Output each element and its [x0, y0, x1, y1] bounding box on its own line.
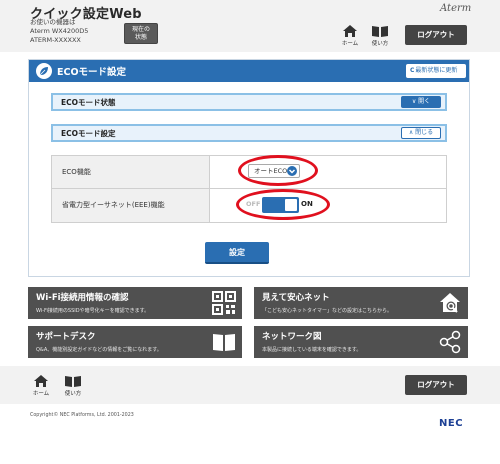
- refresh-icon: C: [410, 67, 415, 74]
- nec-logo: NEC: [439, 418, 464, 429]
- book-icon: [65, 376, 81, 387]
- status-btn-line-1: 現在の: [131, 26, 150, 33]
- eee-function-label: 省電力型イーサネット(EEE)機能: [52, 189, 210, 222]
- table-row-eco-function: ECO機能 オートECO: [52, 155, 446, 189]
- apply-button[interactable]: 設定: [205, 242, 269, 264]
- home-button[interactable]: ホーム: [339, 24, 361, 47]
- close-button[interactable]: ∧ 閉じる: [401, 127, 441, 139]
- home-label: ホーム: [341, 41, 359, 47]
- device-name: ATERM-XXXXXX: [30, 36, 81, 44]
- help-button[interactable]: 使い方: [369, 24, 391, 47]
- panel-title: ECOモード設定: [57, 67, 127, 78]
- home-icon: [34, 375, 48, 387]
- section-eco-status[interactable]: ECOモード状態 ∨ 開く: [51, 93, 447, 111]
- footer-help-label: 使い方: [64, 391, 82, 397]
- qr-code-icon: [212, 291, 236, 315]
- current-status-button[interactable]: 現在の 状態: [124, 23, 158, 44]
- device-line-1: お使いの機器は: [30, 18, 76, 26]
- panel-title-bar: ECOモード設定 C最新状態に更新: [29, 60, 469, 82]
- section-eco-status-title: ECOモード状態: [61, 98, 116, 107]
- tile-mieteanshin[interactable]: 見えて安心ネット 「こども安心ネットタイマー」などの設定はこちらから。: [254, 287, 468, 319]
- refresh-label: 最新状態に更新: [415, 67, 458, 74]
- tile-mieteanshin-title: 見えて安心ネット: [262, 293, 330, 303]
- header: クイック設定Web お使いの機器は Aterm WX4200D5 ATERM-X…: [0, 0, 500, 52]
- tile-wifi-info-title: Wi-Fi接続用情報の確認: [36, 293, 129, 303]
- book-icon: [372, 26, 388, 37]
- tile-wifi-info[interactable]: Wi-Fi接続用情報の確認 Wi-Fi接続用のSSIDや暗号化キーを確認できます…: [28, 287, 242, 319]
- aterm-brand-logo: Aterm: [440, 3, 472, 14]
- footer-home-label: ホーム: [32, 391, 50, 397]
- status-btn-line-2: 状態: [134, 34, 147, 41]
- chevron-up-icon: ∧: [408, 129, 414, 136]
- section-eco-settings[interactable]: ECOモード設定 ∧ 閉じる: [51, 124, 447, 142]
- tile-support-desk-title: サポートデスク: [36, 332, 96, 342]
- tile-network-map-title: ネットワーク図: [262, 332, 322, 342]
- tile-mieteanshin-desc: 「こども安心ネットタイマー」などの設定はこちらから。: [262, 308, 393, 314]
- house-search-icon: [440, 293, 460, 313]
- footer-home-button[interactable]: ホーム: [30, 374, 52, 397]
- table-row-eee-function: 省電力型イーサネット(EEE)機能 OFF ON: [52, 189, 446, 222]
- tile-support-desk-desc: Q&A、機能別設定ガイドなどの情報をご覧になれます。: [36, 347, 162, 353]
- eco-mode-panel: ECOモード設定 C最新状態に更新 ECOモード状態 ∨ 開く ECOモード設定…: [28, 59, 470, 277]
- logout-button[interactable]: ログアウト: [405, 25, 467, 45]
- network-icon: [439, 330, 461, 354]
- chevron-down-icon: ∨: [411, 98, 417, 105]
- copyright: Copyright© NEC Platforms, Ltd. 2001-2023: [30, 413, 134, 418]
- section-eco-settings-title: ECOモード設定: [61, 129, 116, 138]
- highlight-ring-eco-select: [238, 155, 318, 186]
- tile-network-map-desc: 本製品に接続している端末を確認できます。: [262, 347, 362, 353]
- device-info: お使いの機器は Aterm WX4200D5 ATERM-XXXXXX: [30, 18, 88, 45]
- settings-table: ECO機能 オートECO 省電力型イーサネット(EEE)機能 OFF ON: [51, 155, 447, 223]
- open-button[interactable]: ∨ 開く: [401, 96, 441, 108]
- help-label: 使い方: [371, 41, 389, 47]
- tile-support-desk[interactable]: サポートデスク Q&A、機能別設定ガイドなどの情報をご覧になれます。: [28, 326, 242, 358]
- refresh-button[interactable]: C最新状態に更新: [406, 64, 466, 78]
- leaf-icon: [36, 63, 52, 79]
- book-icon: [213, 334, 235, 351]
- open-button-label: 開く: [418, 98, 431, 105]
- close-button-label: 閉じる: [415, 129, 434, 136]
- device-model: Aterm WX4200D5: [30, 27, 89, 35]
- footer-bar: ホーム 使い方 ログアウト: [0, 366, 500, 404]
- home-icon: [343, 25, 357, 37]
- tile-network-map[interactable]: ネットワーク図 本製品に接続している端末を確認できます。: [254, 326, 468, 358]
- eco-function-label: ECO機能: [52, 156, 210, 188]
- tile-wifi-info-desc: Wi-Fi接続用のSSIDや暗号化キーを確認できます。: [36, 308, 150, 314]
- highlight-ring-eee-toggle: [236, 189, 330, 220]
- footer-logout-button[interactable]: ログアウト: [405, 375, 467, 395]
- footer-help-button[interactable]: 使い方: [62, 374, 84, 397]
